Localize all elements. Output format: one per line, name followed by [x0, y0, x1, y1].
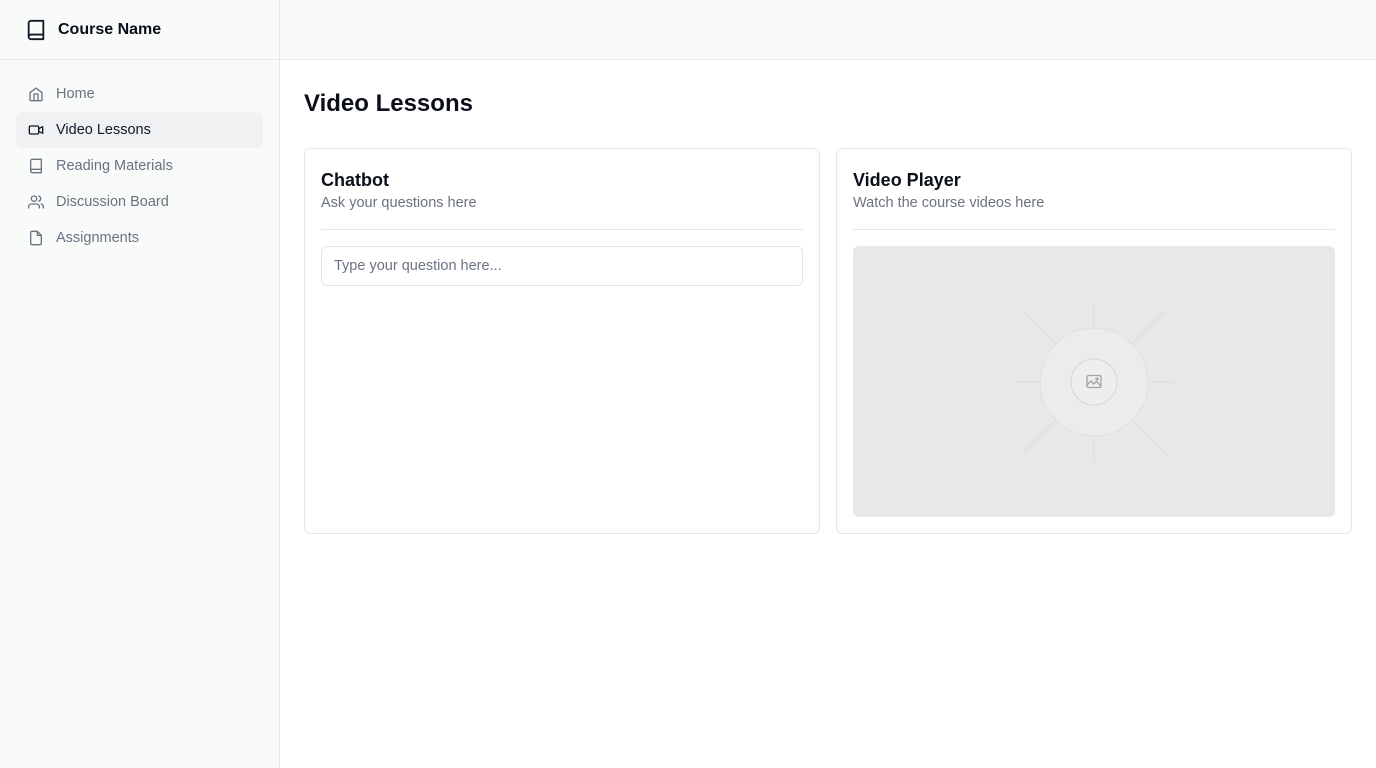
course-name: Course Name: [58, 20, 162, 38]
users-icon: [28, 194, 44, 210]
chatbot-card: Chatbot Ask your questions here: [304, 148, 820, 534]
brand[interactable]: Course Name: [0, 0, 279, 60]
sidebar-item-video-lessons[interactable]: Video Lessons: [16, 112, 263, 148]
file-icon: [28, 230, 44, 246]
page-title: Video Lessons: [304, 90, 473, 117]
main-content: Video Lessons Chatbot Ask your questions…: [280, 60, 1376, 558]
app: Course Name Home Video Lessons Reading M…: [0, 0, 1376, 768]
chat-question-input[interactable]: [321, 246, 803, 286]
divider: [321, 229, 803, 230]
image-placeholder-graphic: [1014, 301, 1174, 462]
sidebar-nav: Home Video Lessons Reading Materials Dis…: [0, 60, 279, 256]
sidebar-item-label: Discussion Board: [56, 194, 169, 210]
sidebar-item-reading-materials[interactable]: Reading Materials: [16, 148, 263, 184]
sidebar-item-label: Home: [56, 86, 95, 102]
book-icon: [24, 18, 48, 42]
cards-row: Chatbot Ask your questions here Video Pl…: [304, 148, 1352, 534]
chatbot-title: Chatbot: [321, 170, 389, 190]
sidebar-item-label: Video Lessons: [56, 122, 151, 138]
chatbot-subtitle: Ask your questions here: [321, 195, 477, 211]
sidebar-item-label: Assignments: [56, 230, 140, 246]
video-icon: [28, 122, 44, 138]
top-bar: [280, 0, 1376, 60]
home-icon: [28, 86, 44, 102]
sidebar-item-home[interactable]: Home: [16, 76, 263, 112]
divider: [853, 229, 1335, 230]
sidebar-item-assignments[interactable]: Assignments: [16, 220, 263, 256]
video-player-title: Video Player: [853, 170, 961, 190]
main-area: Video Lessons Chatbot Ask your questions…: [280, 0, 1376, 768]
video-player-subtitle: Watch the course videos here: [853, 195, 1045, 211]
sidebar-item-label: Reading Materials: [56, 158, 173, 174]
video-player-card: Video Player Watch the course videos her…: [836, 148, 1352, 534]
sidebar: Course Name Home Video Lessons Reading M…: [0, 0, 280, 768]
book-icon: [28, 158, 44, 174]
sidebar-item-discussion-board[interactable]: Discussion Board: [16, 184, 263, 220]
video-player[interactable]: [853, 246, 1335, 517]
